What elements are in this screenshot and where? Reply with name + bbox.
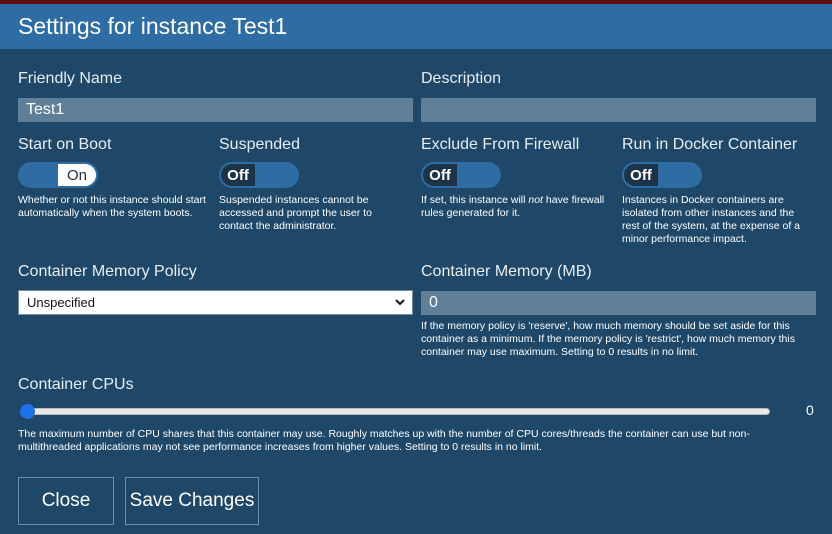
container-cpus-label: Container CPUs bbox=[18, 376, 134, 393]
start-on-boot-toggle[interactable]: On bbox=[18, 162, 98, 188]
exclude-firewall-toggle[interactable]: Off bbox=[421, 162, 501, 188]
dialog-title: Settings for instance Test1 bbox=[18, 13, 288, 39]
toggle-state: Off bbox=[423, 164, 457, 186]
container-cpus-help: The maximum number of CPU shares that th… bbox=[18, 428, 750, 453]
friendly-name-label: Friendly Name bbox=[18, 70, 123, 87]
container-memory-input[interactable]: 0 bbox=[421, 291, 816, 315]
cpu-slider-value: 0 bbox=[806, 402, 814, 418]
suspended-toggle[interactable]: Off bbox=[219, 162, 299, 188]
suspended-label: Suspended bbox=[219, 136, 300, 153]
docker-toggle[interactable]: Off bbox=[622, 162, 702, 188]
docker-help: Instances in Docker containers are isola… bbox=[622, 194, 801, 245]
toggle-state: On bbox=[58, 164, 96, 186]
help-text: If set, this instance will bbox=[421, 194, 529, 206]
cpu-slider-track[interactable] bbox=[22, 408, 770, 415]
container-memory-help: If the memory policy is 'reserve', how m… bbox=[421, 320, 795, 358]
friendly-name-input[interactable]: Test1 bbox=[18, 98, 413, 122]
start-on-boot-label: Start on Boot bbox=[18, 136, 112, 153]
title-bar: Settings for instance Test1 bbox=[0, 0, 832, 49]
container-memory-label: Container Memory (MB) bbox=[421, 263, 592, 280]
toggle-state: Off bbox=[221, 164, 255, 186]
cpu-slider-thumb[interactable] bbox=[20, 404, 35, 419]
selected-option: Unspecified bbox=[27, 295, 95, 310]
description-label: Description bbox=[421, 70, 502, 87]
description-input[interactable] bbox=[421, 98, 816, 122]
chevron-down-icon bbox=[395, 299, 405, 306]
memory-policy-select[interactable]: Unspecified bbox=[18, 290, 413, 315]
exclude-firewall-help: If set, this instance will not have fire… bbox=[421, 194, 613, 220]
toggle-state: Off bbox=[624, 164, 658, 186]
save-changes-button[interactable]: Save Changes bbox=[125, 477, 259, 525]
settings-dialog: Settings for instance Test1 Friendly Nam… bbox=[0, 0, 832, 534]
close-button[interactable]: Close bbox=[18, 477, 114, 525]
help-emphasis: not bbox=[528, 194, 543, 206]
suspended-help: Suspended instances cannot be accessed a… bbox=[219, 194, 372, 232]
memory-policy-label: Container Memory Policy bbox=[18, 263, 197, 280]
exclude-firewall-label: Exclude From Firewall bbox=[421, 136, 580, 153]
docker-label: Run in Docker Container bbox=[622, 136, 798, 153]
start-on-boot-help: Whether or not this instance should star… bbox=[18, 194, 206, 219]
